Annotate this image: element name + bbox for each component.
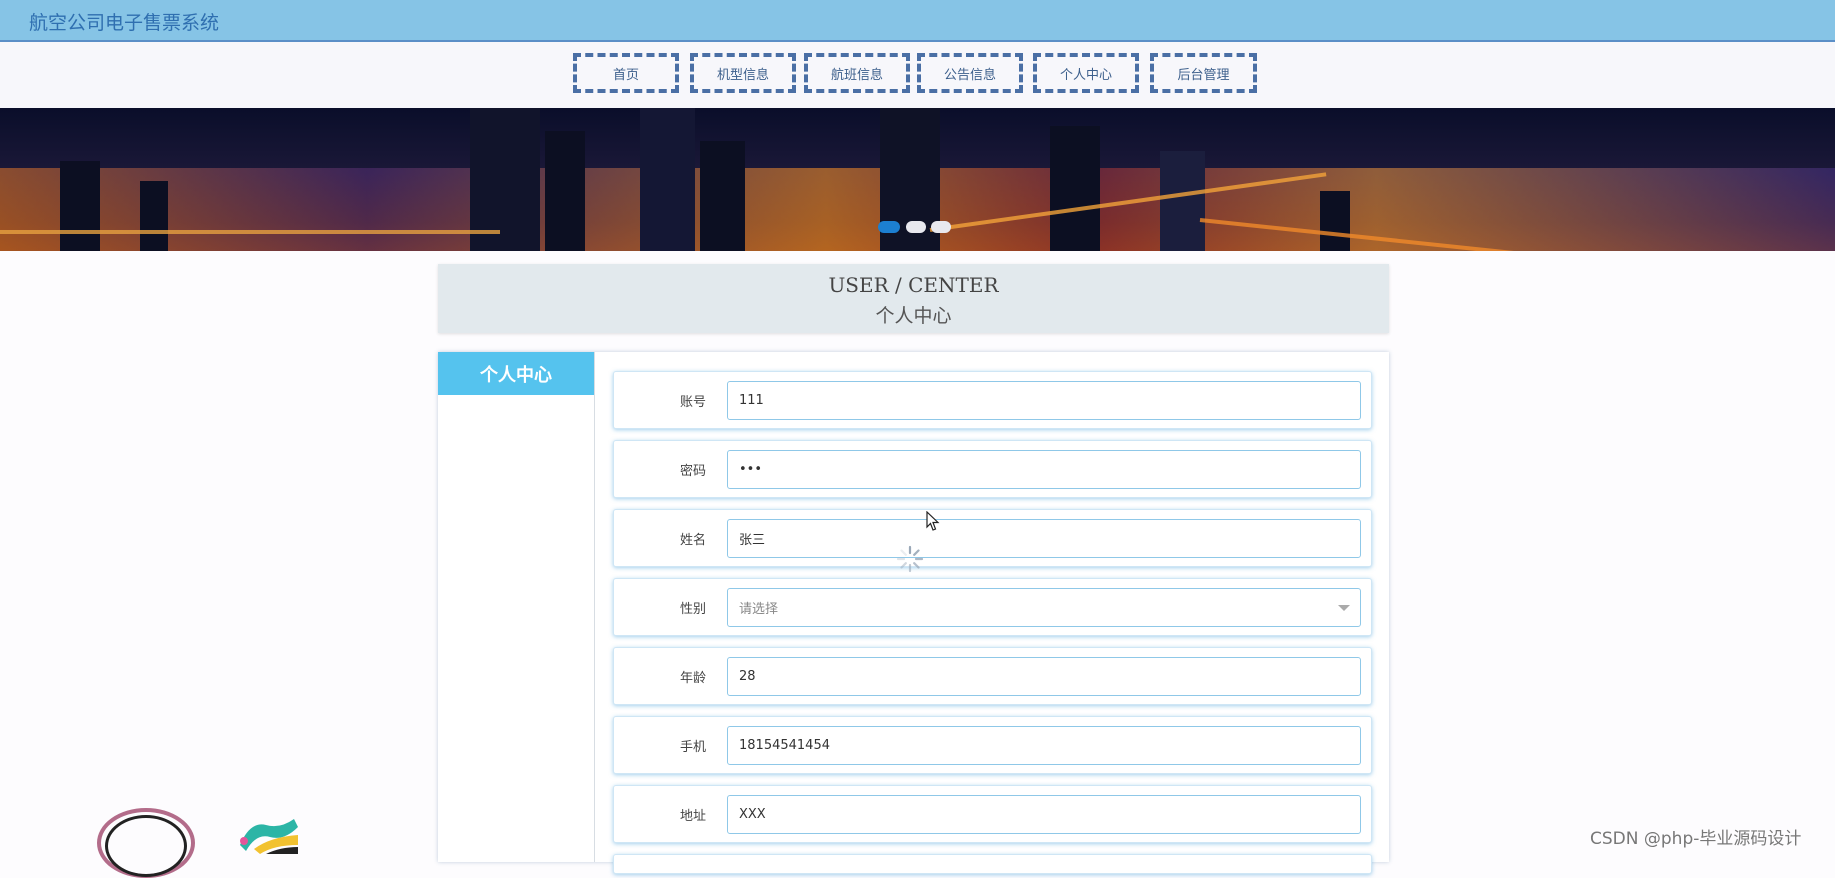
nav-admin[interactable]: 后台管理 — [1150, 53, 1257, 93]
nav-home[interactable]: 首页 — [573, 53, 679, 93]
name-label: 姓名 — [679, 533, 706, 548]
main-nav: 首页 机型信息 航班信息 公告信息 个人中心 后台管理 — [0, 42, 1835, 108]
user-center-panel: 个人中心 账号 111 密码 ••• 姓名 张三 性别 请选择 年龄 28 手机… — [438, 352, 1389, 874]
nav-notice-info[interactable]: 公告信息 — [917, 53, 1023, 93]
age-input[interactable]: 28 — [727, 657, 1361, 696]
age-label: 年龄 — [679, 671, 706, 686]
banner-building — [1160, 151, 1205, 251]
phone-input[interactable]: 18154541454 — [727, 726, 1361, 765]
form-row-name: 姓名 张三 — [613, 509, 1372, 567]
chevron-down-icon — [1338, 605, 1350, 611]
gender-select-placeholder: 请选择 — [739, 602, 779, 617]
carousel-dot-2[interactable] — [906, 221, 926, 233]
sidebar-tab-user-center[interactable]: 个人中心 — [438, 352, 594, 395]
gender-select[interactable]: 请选择 — [727, 588, 1361, 627]
form-row-account: 账号 111 — [613, 371, 1372, 429]
account-input[interactable]: 111 — [727, 381, 1361, 420]
section-title-en: USER / CENTER — [828, 273, 999, 297]
mouse-cursor-icon — [926, 511, 940, 531]
banner-road — [0, 230, 500, 234]
section-header: USER / CENTER 个人中心 — [438, 264, 1389, 333]
address-label: 地址 — [679, 809, 706, 824]
decorative-brush-icon — [240, 819, 298, 854]
banner-building — [640, 108, 695, 251]
name-input[interactable]: 张三 — [727, 519, 1361, 558]
account-label: 账号 — [679, 395, 706, 410]
section-title-cn: 个人中心 — [875, 305, 952, 327]
banner-building — [1320, 191, 1350, 251]
form-row-age: 年龄 28 — [613, 647, 1372, 705]
nav-flight-info[interactable]: 航班信息 — [804, 53, 910, 93]
banner-building — [140, 181, 168, 251]
gender-label: 性别 — [679, 602, 706, 617]
nav-user-center[interactable]: 个人中心 — [1033, 53, 1139, 93]
banner-building — [60, 161, 100, 251]
address-input[interactable]: XXX — [727, 795, 1361, 834]
form-row-gender: 性别 请选择 — [613, 578, 1372, 636]
form-row-next — [613, 854, 1372, 874]
carousel-dot-3[interactable] — [931, 221, 951, 233]
form-row-phone: 手机 18154541454 — [613, 716, 1372, 774]
nav-aircraft-info[interactable]: 机型信息 — [690, 53, 796, 93]
phone-label: 手机 — [679, 740, 706, 755]
banner-building — [545, 131, 585, 251]
site-title: 航空公司电子售票系统 — [29, 12, 220, 34]
password-label: 密码 — [679, 464, 706, 479]
form-row-password: 密码 ••• — [613, 440, 1372, 498]
top-header-bar: 航空公司电子售票系统 — [0, 0, 1835, 42]
banner-building — [700, 141, 745, 251]
carousel-dot-1[interactable] — [878, 221, 900, 233]
form-row-address: 地址 XXX — [613, 785, 1372, 843]
banner-building — [1050, 126, 1100, 251]
decorative-ring-icon — [97, 808, 195, 878]
loading-spinner-icon — [896, 545, 924, 573]
sidebar-divider — [594, 352, 595, 862]
csdn-watermark: CSDN @php-毕业源码设计 — [1590, 829, 1802, 849]
password-input[interactable]: ••• — [727, 450, 1361, 489]
